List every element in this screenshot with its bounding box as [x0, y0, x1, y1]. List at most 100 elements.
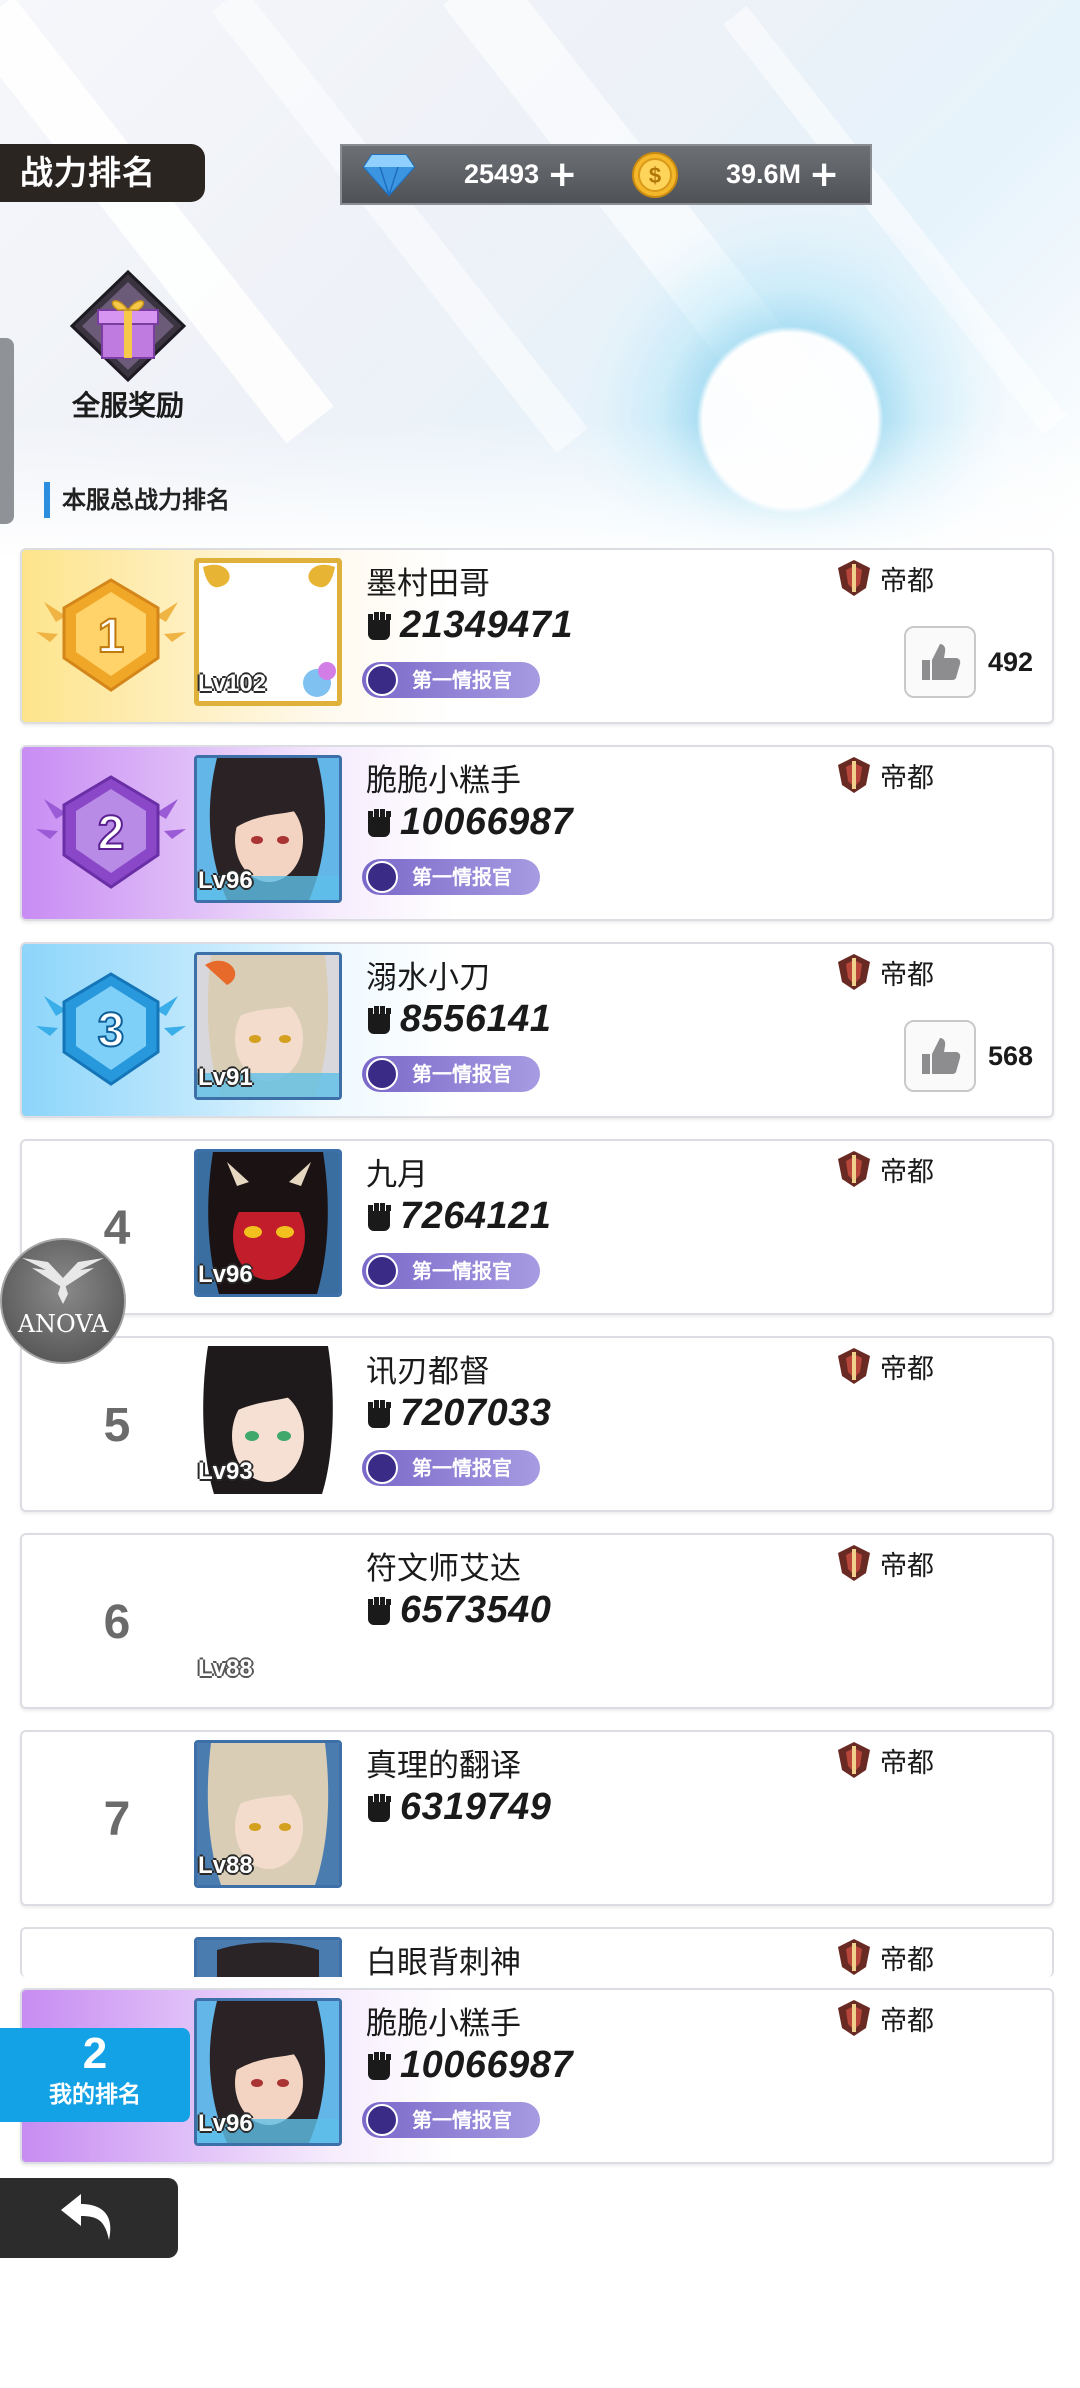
thumbs-up-icon [922, 644, 961, 680]
rank-row-8[interactable]: 白眼背刺神 帝都 [20, 1927, 1054, 1977]
rank-row-3[interactable]: 3 Lv91 溺水小刀 8556141 第一情报官 帝都 568 [20, 942, 1054, 1118]
player-name: 九月 [366, 1157, 428, 1193]
player-level: Lv96 [198, 867, 253, 894]
like-area: 492 [904, 626, 1033, 698]
server-emblem-icon [838, 1151, 870, 1187]
player-level: Lv96 [198, 2110, 253, 2137]
server-tag: 帝都 [834, 558, 934, 598]
player-name: 脆脆小糕手 [366, 763, 521, 799]
gift-box-icon [69, 269, 187, 383]
title-badge-icon [366, 1255, 398, 1287]
like-count: 568 [988, 1040, 1034, 1071]
like-button[interactable] [904, 626, 976, 698]
section-title: 本服总战力排名 [44, 482, 230, 518]
svg-text:2: 2 [98, 807, 125, 860]
server-emblem-icon [838, 560, 870, 596]
anova-label: ANOVA [17, 1310, 109, 1338]
coins-display[interactable]: $ 39.6M + [630, 146, 839, 203]
title-badge-icon [366, 861, 398, 893]
player-name: 墨村田哥 [366, 566, 490, 602]
my-rank-label: 我的排名 [49, 2082, 141, 2108]
title-badge: 第一情报官 [362, 1253, 540, 1289]
player-power: 7207033 [364, 1392, 551, 1435]
rank-row-1[interactable]: 1 Lv102 墨村田哥 21349471 第一情报官 帝都 492 [20, 548, 1054, 724]
server-emblem-icon [838, 1939, 870, 1975]
server-tag: 帝都 [834, 1543, 934, 1583]
title-badge-icon [366, 664, 398, 696]
player-avatar[interactable] [194, 1937, 342, 1977]
player-name: 白眼背刺神 [366, 1945, 521, 1977]
server-reward-button[interactable]: 全服奖励 [58, 268, 198, 428]
player-name: 真理的翻译 [366, 1748, 521, 1784]
svg-text:$: $ [649, 163, 661, 188]
rank-number: 5 [103, 1399, 131, 1452]
fist-icon [368, 1596, 391, 1625]
my-rank-badge: 2 我的排名 [0, 2028, 190, 2122]
coin-icon: $ [632, 151, 678, 198]
fist-icon [368, 808, 391, 837]
rank-number: 7 [103, 1793, 131, 1846]
server-tag: 帝都 [834, 1149, 934, 1189]
rank-row-4[interactable]: 4 Lv96 九月 7264121 第一情报官 帝都 [20, 1139, 1054, 1315]
server-emblem-icon [838, 2000, 870, 2036]
player-level: Lv102 [198, 670, 267, 697]
server-emblem-icon [838, 954, 870, 990]
title-badge: 第一情报官 [362, 2102, 540, 2138]
server-tag: 帝都 [834, 755, 934, 795]
fist-icon [368, 1005, 391, 1034]
fist-icon [368, 611, 391, 640]
server-tag: 帝都 [834, 952, 934, 992]
gems-display[interactable]: 25493 + [362, 146, 577, 203]
coins-value: 39.6M [726, 159, 802, 189]
thumbs-up-icon [922, 1038, 961, 1074]
server-emblem-icon [838, 757, 870, 793]
server-tag: 帝都 [834, 1937, 934, 1977]
coins-plus-button[interactable]: + [809, 156, 839, 193]
server-emblem-icon [838, 1348, 870, 1384]
player-level: Lv88 [198, 1655, 253, 1682]
rank-number: 6 [103, 1596, 131, 1649]
svg-text:3: 3 [98, 1004, 125, 1057]
player-power: 6573540 [364, 1589, 551, 1632]
rank-row-6[interactable]: 6 Lv88 符文师艾达 6573540 帝都 [20, 1533, 1054, 1709]
title-badge: 第一情报官 [362, 662, 540, 698]
server-emblem-icon [838, 1545, 870, 1581]
diamond-icon [362, 153, 416, 197]
title-badge: 第一情报官 [362, 1450, 540, 1486]
gems-plus-button[interactable]: + [547, 156, 577, 193]
side-drawer-handle[interactable] [0, 338, 14, 524]
title-badge: 第一情报官 [362, 1056, 540, 1092]
rank-row-2[interactable]: 2 Lv96 脆脆小糕手 10066987 第一情报官 帝都 [20, 745, 1054, 921]
player-level: Lv93 [198, 1458, 253, 1485]
player-level: Lv96 [198, 1261, 253, 1288]
title-badge: 第一情报官 [362, 859, 540, 895]
anova-floating-button[interactable]: ANOVA [0, 1238, 126, 1364]
back-button[interactable] [0, 2178, 178, 2258]
rank-2-medal-icon: 2 [36, 775, 186, 889]
server-tag: 帝都 [834, 1740, 934, 1780]
currency-bar: 25493 + $ 39.6M + [340, 144, 872, 205]
fist-icon [368, 1793, 391, 1822]
player-name: 讯刃都督 [366, 1354, 490, 1390]
rank-row-5[interactable]: 5 Lv93 讯刃都督 7207033 第一情报官 帝都 [20, 1336, 1054, 1512]
player-power: 7264121 [364, 1195, 551, 1238]
like-button[interactable] [904, 1020, 976, 1092]
player-name: 符文师艾达 [366, 1551, 521, 1587]
player-power: 21349471 [364, 604, 573, 647]
rank-3-medal-icon: 3 [36, 972, 186, 1086]
server-emblem-icon [838, 1742, 870, 1778]
back-arrow-icon [61, 2194, 111, 2240]
server-tag: 帝都 [834, 1346, 934, 1386]
fist-icon [368, 2051, 391, 2080]
player-level: Lv88 [198, 1852, 253, 1879]
server-reward-label: 全服奖励 [71, 389, 184, 422]
player-name: 脆脆小糕手 [366, 2006, 521, 2042]
rank-number: 1 [98, 610, 125, 663]
wings-icon [22, 1258, 104, 1304]
rank-row-7[interactable]: 7 Lv88 真理的翻译 6319749 帝都 [20, 1730, 1054, 1906]
rank-1-medal-icon: 1 [36, 578, 186, 692]
title-badge-icon [366, 2104, 398, 2136]
player-power: 10066987 [364, 2044, 573, 2087]
title-badge-icon [366, 1452, 398, 1484]
player-power: 8556141 [364, 998, 551, 1041]
